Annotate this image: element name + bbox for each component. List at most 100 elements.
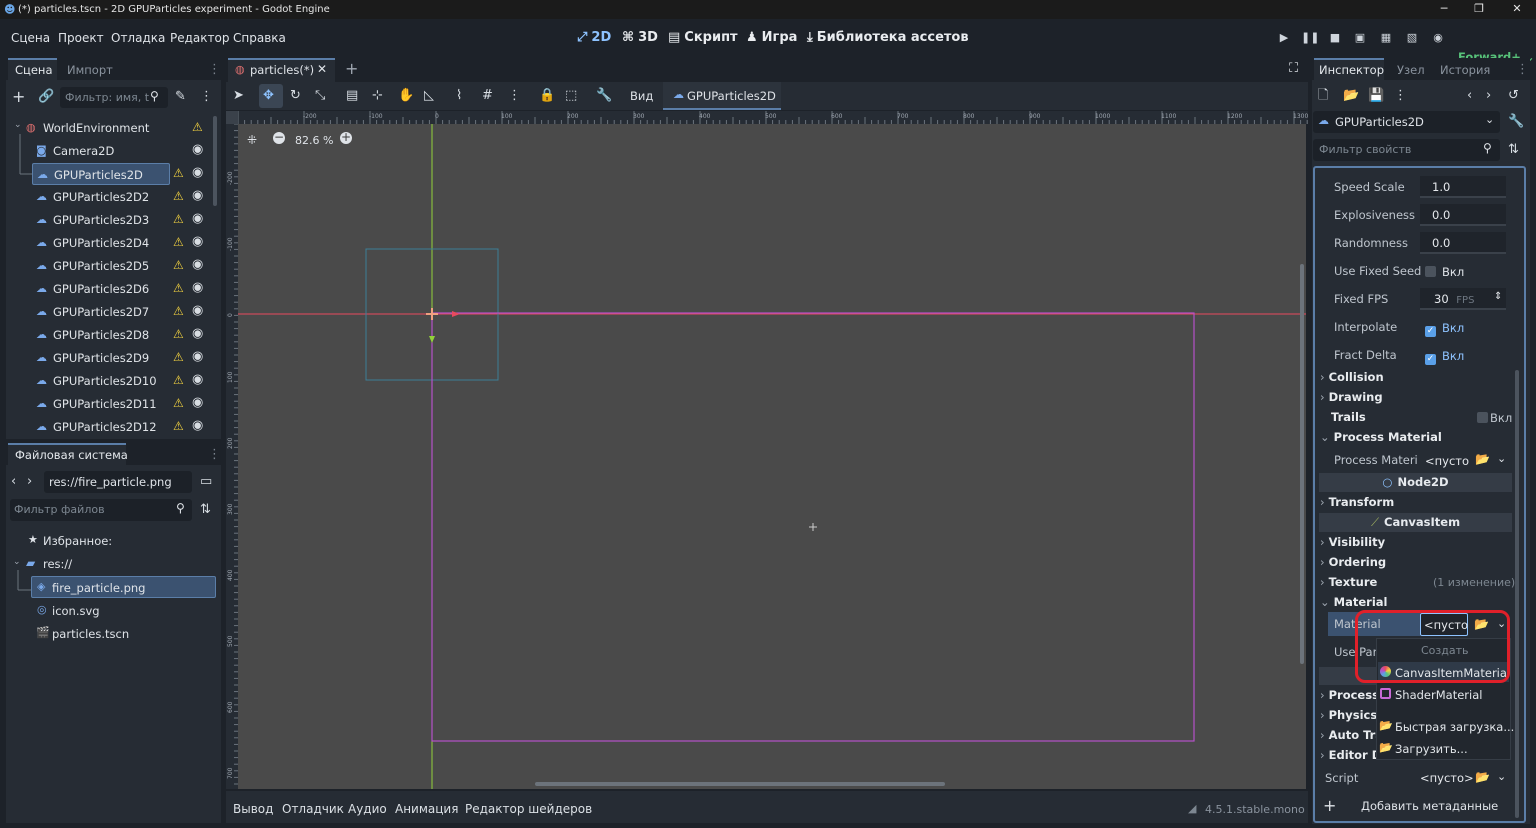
scene-tree-row[interactable]: ◙ Camera2D — [8, 140, 214, 162]
grid-snap-icon[interactable]: # — [482, 88, 493, 104]
bottom-tab-animation[interactable]: Анимация — [395, 802, 458, 816]
close-window-icon[interactable]: ✕ — [1510, 2, 1524, 16]
chevron-down-icon[interactable]: ⌄ — [13, 557, 21, 567]
move-mode-icon[interactable]: ✥ — [263, 88, 274, 104]
history-back-icon[interactable]: ‹ — [1467, 88, 1472, 104]
zoom-out-icon[interactable]: − — [273, 131, 285, 144]
select-mode-icon[interactable]: ➤ — [233, 88, 244, 104]
visibility-eye-icon[interactable]: ◉ — [192, 372, 203, 387]
distraction-free-icon[interactable]: ⛶ — [1289, 61, 1298, 76]
use-fixed-seed-checkbox[interactable]: Вкл — [1425, 265, 1464, 279]
inspected-object-select[interactable]: ☁ GPUParticles2D ⌄ — [1313, 111, 1500, 133]
snap-options-icon[interactable]: ⋮ — [508, 88, 521, 104]
visibility-eye-icon[interactable]: ◉ — [192, 188, 203, 203]
menu-scene[interactable]: Сцена — [11, 31, 50, 45]
warning-icon[interactable]: ⚠ — [173, 281, 184, 295]
remote-debug-icon[interactable]: ▣ — [1352, 31, 1368, 45]
interpolate-checkbox[interactable]: ✓ Вкл — [1425, 321, 1464, 337]
file-item[interactable]: icon.svg — [52, 604, 100, 618]
dropdown-item-quick-load[interactable]: Быстрая загрузка... — [1395, 720, 1514, 734]
maximize-icon[interactable]: ❐ — [1472, 2, 1486, 16]
warning-icon[interactable]: ⚠ — [173, 396, 184, 410]
pivot-mode-icon[interactable]: ⊹ — [372, 88, 383, 104]
workspace-assetlib-button[interactable]: ⤓ Библиотека ассетов — [807, 30, 969, 45]
instance-scene-icon[interactable]: 🔗 — [38, 89, 54, 105]
res-root-folder[interactable]: res:// — [43, 557, 72, 571]
tab-inspector[interactable]: Инспектор — [1319, 63, 1384, 77]
scene-tree-menu-icon[interactable]: ⋮ — [200, 89, 213, 105]
chevron-down-icon[interactable]: ⌄ — [1497, 452, 1506, 465]
bottom-tab-output[interactable]: Вывод — [233, 802, 273, 816]
workspace-3d-button[interactable]: ⌘ 3D — [622, 30, 658, 45]
scene-tree-row[interactable]: ☁ GPUParticles2D — [32, 163, 170, 185]
filesystem-path-input[interactable]: res://fire_particle.png — [44, 471, 192, 493]
file-item[interactable]: particles.tscn — [52, 627, 129, 641]
bottom-tab-shader-editor[interactable]: Редактор шейдеров — [465, 802, 592, 816]
chevron-down-icon[interactable]: ⌄ — [1497, 770, 1506, 783]
section-process[interactable]: › Process — [1320, 688, 1379, 702]
visibility-eye-icon[interactable]: ◉ — [192, 395, 203, 410]
visibility-eye-icon[interactable]: ◉ — [192, 418, 203, 433]
inspector-options-icon[interactable]: ⇅ — [1508, 142, 1519, 158]
inspector-scrollbar[interactable] — [1515, 370, 1519, 818]
warning-icon[interactable]: ⚠ — [173, 350, 184, 364]
workspace-2d-button[interactable]: ⤢ 2D — [577, 30, 611, 45]
visibility-eye-icon[interactable]: ◉ — [192, 257, 203, 272]
back-icon[interactable]: ‹ — [11, 474, 16, 490]
section-process-material[interactable]: ⌄ Process Material — [1320, 430, 1442, 444]
warning-icon[interactable]: ⚠ — [192, 120, 203, 134]
menu-project[interactable]: Проект — [58, 31, 104, 45]
split-view-icon[interactable]: ▭ — [200, 474, 212, 490]
property-value-spinbox[interactable]: 0.0 — [1420, 204, 1506, 226]
fract-delta-checkbox[interactable]: ✓ Вкл — [1425, 349, 1464, 365]
scene-tree-scrollbar[interactable] — [213, 116, 217, 206]
visibility-eye-icon[interactable]: ◉ — [192, 326, 203, 341]
tab-import[interactable]: Импорт — [67, 63, 113, 77]
folder-icon[interactable]: 📂 — [1475, 452, 1490, 466]
warning-icon[interactable]: ⚠ — [173, 212, 184, 226]
vertical-ruler[interactable]: -200 -100 0 100 200 300 400 500 600 700 — [226, 123, 238, 789]
scene-filter-input[interactable]: Фильтр: имя, t ⚲ — [60, 87, 168, 108]
visibility-eye-icon[interactable]: ◉ — [192, 280, 203, 295]
property-value-spinbox[interactable]: 1.0 — [1420, 176, 1506, 198]
save-resource-icon[interactable]: 💾 — [1368, 88, 1384, 104]
lock-icon[interactable]: 🔒 — [539, 88, 555, 104]
add-node-icon[interactable]: + — [12, 89, 25, 105]
bottom-tab-audio[interactable]: Аудио — [348, 802, 387, 816]
section-drawing[interactable]: › Drawing — [1320, 390, 1383, 404]
smart-snap-icon[interactable]: ⌇ — [456, 88, 462, 104]
play-custom-scene-icon[interactable]: ▧ — [1404, 31, 1420, 45]
add-tab-icon[interactable]: + — [345, 59, 358, 78]
node-tools-icon[interactable]: 🔧 — [1508, 114, 1524, 130]
property-filter-input[interactable]: Фильтр свойств ⚲ — [1313, 139, 1500, 161]
dock-menu-icon[interactable]: ⋮ — [208, 447, 221, 463]
file-item[interactable]: fire_particle.png — [52, 581, 145, 595]
dock-menu-icon[interactable]: ⋮ — [1516, 62, 1529, 78]
warning-icon[interactable]: ⚠ — [173, 189, 184, 203]
tab-filesystem[interactable]: Файловая система — [15, 448, 128, 462]
tab-history[interactable]: История — [1440, 63, 1490, 77]
close-tab-icon[interactable]: ✕ — [317, 62, 327, 76]
horizontal-ruler[interactable]: 0 100 200 300 400 500 600 700 800 900 1000 1100 1200… — [226, 111, 1308, 124]
visibility-eye-icon[interactable]: ◉ — [192, 234, 203, 249]
resource-menu-icon[interactable]: ⋮ — [1394, 88, 1407, 104]
open-resource-icon[interactable]: 📂 — [1343, 88, 1359, 104]
warning-icon[interactable]: ⚠ — [173, 327, 184, 341]
workspace-script-button[interactable]: ▤ Скрипт — [668, 30, 738, 45]
tab-scene[interactable]: Сцена — [15, 63, 53, 77]
section-visibility[interactable]: › Visibility — [1320, 535, 1385, 549]
play-scene-icon[interactable]: ▦ — [1378, 31, 1394, 45]
new-resource-icon[interactable]: 🗋 — [1318, 88, 1328, 104]
zoom-level[interactable]: 82.6 % — [295, 134, 333, 147]
section-auto-translate[interactable]: › Auto Tra — [1320, 728, 1383, 742]
warning-icon[interactable]: ⚠ — [173, 258, 184, 272]
dropdown-item-shadermaterial[interactable]: ShaderMaterial — [1395, 688, 1482, 702]
add-metadata-button[interactable]: Добавить метаданные — [1361, 799, 1498, 813]
minimize-icon[interactable]: ─ — [1437, 2, 1451, 16]
gpuparticles-menu[interactable]: ☁ GPUParticles2D — [663, 82, 781, 110]
menu-help[interactable]: Справка — [233, 31, 286, 45]
group-icon[interactable]: ⬚ — [565, 88, 577, 104]
history-forward-icon[interactable]: › — [1486, 88, 1491, 104]
warning-icon[interactable]: ⚠ — [173, 373, 184, 387]
forward-icon[interactable]: › — [27, 474, 32, 490]
